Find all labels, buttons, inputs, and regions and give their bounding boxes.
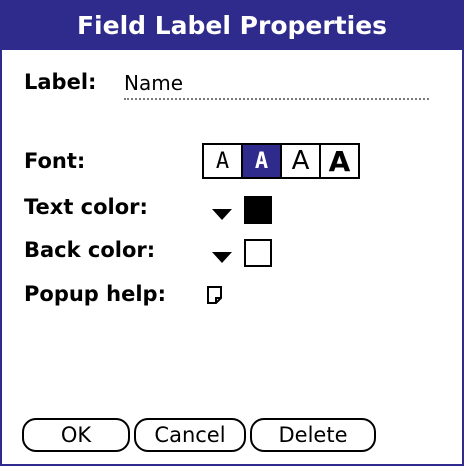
font-option-bold[interactable]: A <box>243 145 282 177</box>
label-field-label: Label: <box>24 70 97 94</box>
font-selector: A A A A <box>202 143 360 179</box>
font-option-large-bold[interactable]: A <box>321 145 358 178</box>
font-label: Font: <box>24 149 86 173</box>
text-color-swatch[interactable] <box>244 196 272 224</box>
font-option-standard[interactable]: A <box>204 145 243 177</box>
back-color-label: Back color: <box>24 238 156 262</box>
delete-button[interactable]: Delete <box>250 418 376 452</box>
ok-button[interactable]: OK <box>22 418 130 452</box>
text-color-label: Text color: <box>24 195 148 219</box>
text-color-dropdown-arrow-icon[interactable] <box>212 209 232 220</box>
font-option-large[interactable]: A <box>282 145 321 177</box>
back-color-dropdown-arrow-icon[interactable] <box>212 252 232 263</box>
back-color-swatch[interactable] <box>244 239 272 267</box>
field-label-properties-dialog: Field Label Properties Label: Name Font:… <box>0 0 464 466</box>
label-text-field[interactable]: Name <box>124 70 429 100</box>
popup-help-label: Popup help: <box>24 282 166 306</box>
dialog-title: Field Label Properties <box>2 0 462 50</box>
cancel-button[interactable]: Cancel <box>134 418 246 452</box>
note-icon[interactable] <box>206 285 224 305</box>
